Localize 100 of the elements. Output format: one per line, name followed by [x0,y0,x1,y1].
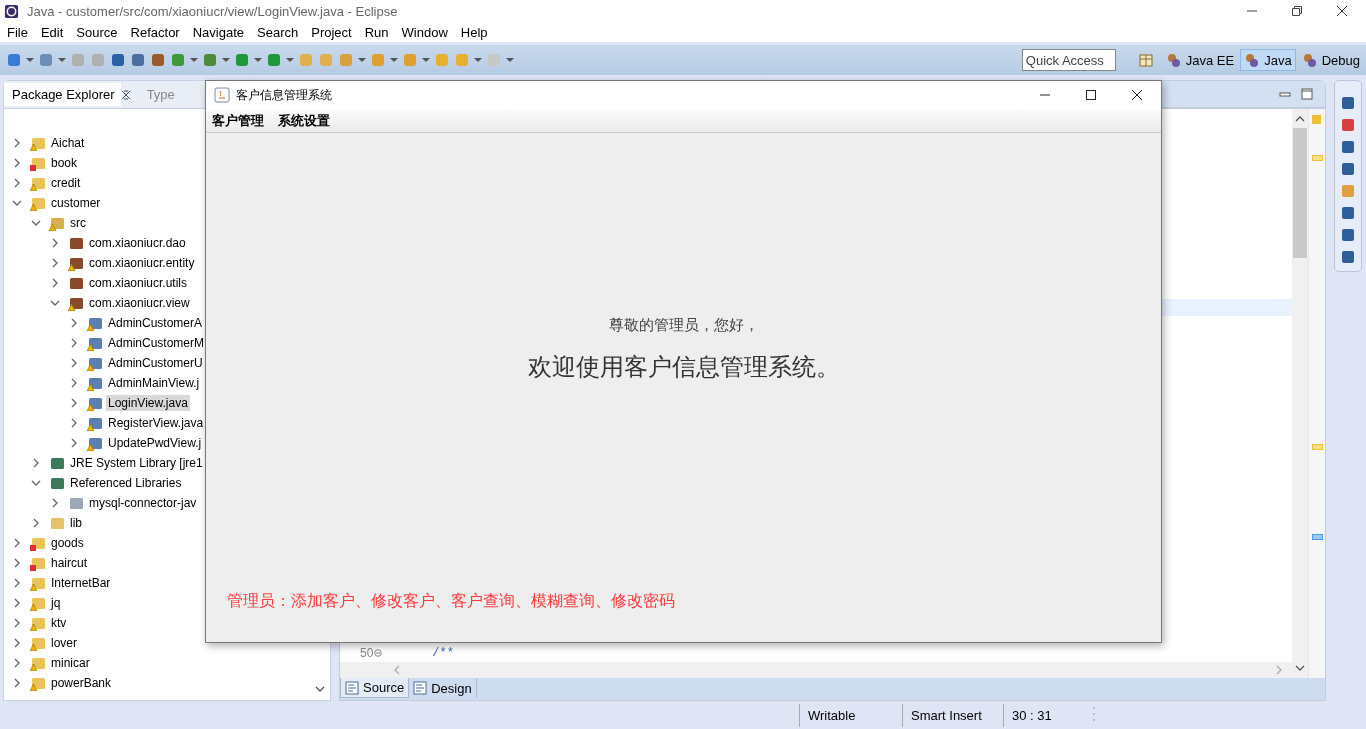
tree-item[interactable]: src [68,215,88,231]
perspective-icon [1165,52,1182,68]
caret-icon[interactable] [422,56,430,64]
tree-item[interactable]: ktv [49,615,69,631]
caret-icon[interactable] [474,56,482,64]
tree-item[interactable]: RegisterView.java [106,415,206,431]
view-tab[interactable]: Package Explorer [4,83,121,106]
java-cup-icon [214,87,230,103]
chevron-right-icon[interactable] [12,638,22,648]
tree-item[interactable]: lib [68,515,84,531]
tree-item[interactable]: AdminMainView.j [106,375,202,391]
close-icon[interactable] [1131,89,1143,101]
tree-item[interactable]: mysql-connector-jav [87,495,199,511]
menu-item[interactable]: Window [397,24,452,40]
tree-item[interactable]: Referenced Libraries [68,475,184,491]
scrollbar-thumb[interactable] [1293,128,1307,258]
caret-icon[interactable] [58,56,66,64]
perspective-icon [1244,52,1261,68]
chevron-right-icon[interactable] [50,258,60,268]
chevron-right-icon[interactable] [12,538,22,548]
menu-item[interactable]: Source [72,24,122,40]
menu-item[interactable]: Help [456,24,492,40]
perspective-button[interactable]: Java EE [1161,49,1239,71]
tree-item[interactable]: UpdatePwdView.j [106,435,204,451]
chevron-right-icon[interactable] [12,558,22,568]
caret-icon[interactable] [26,56,34,64]
tree-item[interactable]: com.xiaoniucr.view [87,295,192,311]
overview-marker [1312,444,1323,450]
tree-item[interactable]: com.xiaoniucr.dao [87,235,188,251]
chevron-down-icon[interactable] [12,198,22,208]
chevron-right-icon[interactable] [31,458,41,468]
close-icon[interactable] [1336,5,1348,17]
chevron-right-icon[interactable] [69,318,79,328]
scroll-down-icon[interactable] [315,684,325,694]
menu-item[interactable]: Search [253,24,303,40]
perspective-button[interactable]: Debug [1297,49,1364,71]
chevron-right-icon[interactable] [12,138,22,148]
chevron-right-icon[interactable] [12,678,22,688]
menu-item[interactable]: Navigate [188,24,248,40]
open-perspective-icon[interactable] [1137,52,1154,68]
tree-item[interactable]: book [49,155,80,171]
tree-item[interactable]: AdminCustomerA [106,315,205,331]
close-icon[interactable] [120,89,131,100]
scroll-down-icon[interactable] [1295,663,1305,673]
menu-item[interactable]: Run [360,24,393,40]
scroll-up-icon[interactable] [1295,114,1305,124]
editor-tab[interactable]: Source [340,678,410,698]
tree-item[interactable]: lover [49,635,79,651]
overview-marker [1312,115,1321,124]
chevron-down-icon[interactable] [31,478,41,488]
tree-item[interactable]: customer [49,195,103,211]
maximize-icon[interactable] [1085,89,1097,101]
chevron-right-icon[interactable] [69,358,79,368]
caret-icon[interactable] [358,56,366,64]
chevron-right-icon[interactable] [69,378,79,388]
tree-item[interactable]: minicar [49,655,92,671]
chevron-right-icon[interactable] [69,338,79,348]
chevron-down-icon[interactable] [31,218,41,228]
chevron-right-icon[interactable] [12,618,22,628]
perspective-button[interactable]: Java [1240,49,1296,71]
editor-tab[interactable]: Design [409,678,477,698]
chevron-right-icon[interactable] [12,658,22,668]
tree-item[interactable]: InternetBar [49,575,113,591]
caret-icon[interactable] [254,56,262,64]
chevron-right-icon[interactable] [50,238,60,248]
caret-icon[interactable] [506,56,514,64]
menu-item[interactable]: Refactor [126,24,184,40]
tree-item[interactable]: goods [49,535,86,551]
menu-item[interactable]: 客户管理 [212,111,264,130]
tree-item[interactable]: com.xiaoniucr.entity [87,255,197,271]
chevron-right-icon[interactable] [69,438,79,448]
tree-item[interactable]: JRE System Library [jre1 [68,455,205,471]
tree-item[interactable]: Aichat [49,135,87,151]
chevron-right-icon[interactable] [12,578,22,588]
menu-item[interactable]: File [3,24,32,40]
caret-icon[interactable] [190,56,198,64]
menu-item[interactable]: Project [307,24,356,40]
quick-access-field[interactable]: Quick Access [1021,49,1116,71]
tree-item[interactable]: AdminCustomerU [106,355,205,371]
chevron-right-icon[interactable] [31,518,41,528]
tree-item[interactable]: powerBank [49,675,114,691]
tree-item[interactable]: AdminCustomerM [106,335,207,351]
chevron-right-icon[interactable] [12,178,22,188]
chevron-right-icon[interactable] [69,418,79,428]
tree-item[interactable]: credit [49,175,83,191]
caret-icon[interactable] [390,56,398,64]
chevron-right-icon[interactable] [50,498,60,508]
tree-item[interactable]: com.xiaoniucr.utils [87,275,190,291]
menu-item[interactable]: 系统设置 [278,111,330,130]
menu-item[interactable]: Edit [36,24,68,40]
tree-item[interactable]: jq [49,595,63,611]
chevron-right-icon[interactable] [50,278,60,288]
chevron-right-icon[interactable] [12,598,22,608]
chevron-right-icon[interactable] [69,398,79,408]
chevron-right-icon[interactable] [12,158,22,168]
chevron-down-icon[interactable] [50,298,60,308]
tree-item[interactable]: haircut [49,555,90,571]
caret-icon[interactable] [222,56,230,64]
caret-icon[interactable] [286,56,294,64]
tree-item[interactable]: LoginView.java [106,395,190,411]
